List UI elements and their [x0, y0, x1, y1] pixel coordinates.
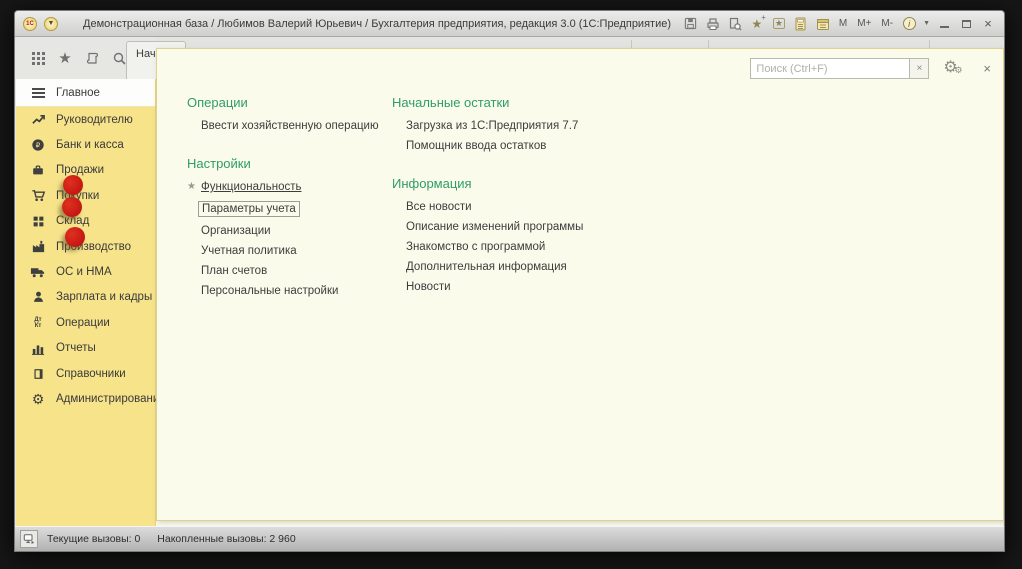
calendar-icon[interactable]: [815, 16, 831, 32]
sidebar-item-sklad[interactable]: Склад: [16, 209, 155, 234]
window-dropdown-button[interactable]: ▼: [44, 16, 58, 31]
print-preview-icon[interactable]: [727, 16, 743, 32]
close-button[interactable]: ×: [980, 16, 996, 32]
app-window: 1С ▼ Демонстрационная база / Любимов Вал…: [14, 10, 1005, 552]
bar-chart-icon: [29, 342, 47, 355]
gear-icon: ⚙: [31, 390, 45, 407]
restore-button[interactable]: [958, 16, 974, 32]
app-menu-button[interactable]: 1С: [23, 16, 37, 31]
chevron-down-icon: ▼: [47, 20, 55, 27]
menu-link[interactable]: Персональные настройки: [201, 285, 338, 297]
performance-indicator-button[interactable]: [20, 530, 38, 548]
tab-separator: [631, 40, 632, 48]
briefcase-icon: [29, 163, 47, 177]
section-title-nachalnye-ostatki[interactable]: Начальные остатки: [392, 95, 612, 110]
sidebar-item-glavnoe[interactable]: Главное: [16, 79, 155, 107]
section-title-informatsiya[interactable]: Информация: [392, 176, 612, 191]
section-title-nastroiki[interactable]: Настройки: [187, 156, 387, 171]
menu-link[interactable]: Ввести хозяйственную операцию: [201, 120, 379, 132]
search-clear-button[interactable]: ×: [910, 58, 930, 79]
section-menu-panel: × ⚙ ⚙ × Операции Ввести хозяйственную оп…: [156, 48, 1004, 521]
menu-link[interactable]: План счетов: [201, 265, 267, 277]
sidebar-item-pokupki[interactable]: Покупки: [16, 183, 155, 208]
info-caret-icon[interactable]: ▼: [923, 20, 930, 27]
sidebar-item-operatsii[interactable]: Дт Кт Операции: [16, 310, 155, 335]
section-title-operatsii[interactable]: Операции: [187, 95, 387, 110]
menu-link[interactable]: Помощник ввода остатков: [406, 140, 546, 152]
minimize-button[interactable]: [936, 16, 952, 32]
history-icon[interactable]: [83, 49, 101, 67]
info-button[interactable]: i: [901, 16, 917, 32]
sidebar-item-proizvodstvo[interactable]: Производство: [16, 234, 155, 259]
tab-separator: [929, 40, 930, 48]
menu-link[interactable]: Организации: [201, 225, 271, 237]
calculator-icon[interactable]: [793, 16, 809, 32]
person-icon: [29, 290, 47, 304]
panel-close-icon[interactable]: ×: [983, 61, 991, 76]
window-title: Демонстрационная база / Любимов Валерий …: [83, 17, 671, 30]
menu-link[interactable]: Загрузка из 1С:Предприятия 7.7: [406, 120, 578, 132]
print-icon[interactable]: [705, 16, 721, 32]
click-indicator-dot: [62, 197, 82, 217]
favorites-star-icon[interactable]: ★: [56, 49, 74, 67]
favorite-star-icon: ★: [187, 181, 196, 192]
search-input[interactable]: [750, 58, 911, 79]
menu-link[interactable]: Дополнительная информация: [406, 261, 567, 273]
search-box: ×: [750, 58, 930, 79]
status-bar: Текущие вызовы: 0 Накопленные вызовы: 2 …: [15, 526, 1004, 551]
current-calls: Текущие вызовы: 0: [47, 533, 141, 545]
save-icon[interactable]: [683, 16, 699, 32]
accumulated-calls: Накопленные вызовы: 2 960: [157, 533, 296, 545]
memory-m-button[interactable]: M: [837, 18, 849, 29]
tab-separator: [708, 40, 709, 48]
sections-grid-icon[interactable]: [29, 49, 47, 67]
title-bar: 1С ▼ Демонстрационная база / Любимов Вал…: [15, 11, 1004, 37]
menu-link[interactable]: Учетная политика: [201, 245, 297, 257]
sidebar-item-bank-i-kassa[interactable]: ₽ Банк и касса: [16, 132, 155, 157]
svg-text:₽: ₽: [36, 142, 41, 150]
menu-link[interactable]: Все новости: [406, 201, 472, 213]
bank-icon: ₽: [29, 138, 47, 152]
cart-icon: [29, 188, 47, 203]
add-favorite-icon[interactable]: ★ +: [749, 13, 765, 32]
menu-column-left: Операции Ввести хозяйственную операцию Н…: [187, 95, 387, 305]
sidebar-item-os-i-nma[interactable]: ОС и НМА: [16, 259, 155, 284]
sidebar-item-zarplata-i-kadry[interactable]: Зарплата и кадры: [16, 285, 155, 310]
favorites-icon[interactable]: ★: [771, 16, 787, 32]
menu-link-parametry-ucheta[interactable]: Параметры учета: [198, 201, 300, 217]
1c-logo-icon: 1С: [26, 20, 34, 27]
debit-credit-icon: Дт Кт: [34, 316, 42, 329]
menu-link[interactable]: Знакомство с программой: [406, 241, 545, 253]
memory-m-minus-button[interactable]: M-: [879, 18, 895, 29]
trend-up-icon: [29, 112, 47, 127]
sidebar-item-spravochniki[interactable]: Справочники: [16, 361, 155, 386]
call-counters: Текущие вызовы: 0 Накопленные вызовы: 2 …: [47, 533, 310, 545]
settings-gears-icon[interactable]: ⚙ ⚙: [943, 59, 967, 79]
click-indicator-dot: [63, 175, 83, 195]
menu-link-funktsionalnost[interactable]: ★ Функциональность: [187, 181, 302, 193]
menu-link[interactable]: Описание изменений программы: [406, 221, 583, 233]
section-sidebar: Главное Руководителю ₽ Банк и касса Прод…: [16, 79, 166, 526]
menu-column-right: Начальные остатки Загрузка из 1С:Предпри…: [392, 95, 612, 301]
pallet-icon: [29, 215, 47, 228]
sidebar-item-otchety[interactable]: Отчеты: [16, 336, 155, 361]
memory-m-plus-button[interactable]: M+: [855, 18, 873, 29]
sidebar-item-administrirovanie[interactable]: ⚙ Администрирование: [16, 386, 166, 411]
factory-icon: [29, 239, 47, 254]
sidebar-item-rukovoditelyu[interactable]: Руководителю: [16, 107, 155, 132]
menu-link[interactable]: Новости: [406, 281, 451, 293]
click-indicator-dot: [65, 227, 85, 247]
book-icon: [29, 367, 47, 381]
hamburger-icon: [29, 87, 47, 98]
truck-icon: [29, 265, 47, 279]
sidebar-item-prodazhi[interactable]: Продажи: [16, 158, 155, 183]
